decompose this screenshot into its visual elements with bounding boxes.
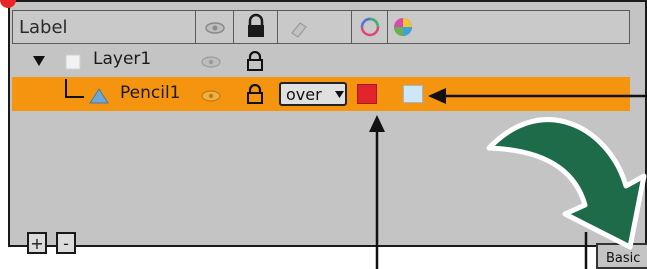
curved-arrow-icon (486, 117, 647, 250)
fill-swatch-arrowhead (428, 88, 446, 104)
annotation-arrows (369, 88, 647, 269)
line-color-arrowhead (369, 115, 385, 132)
